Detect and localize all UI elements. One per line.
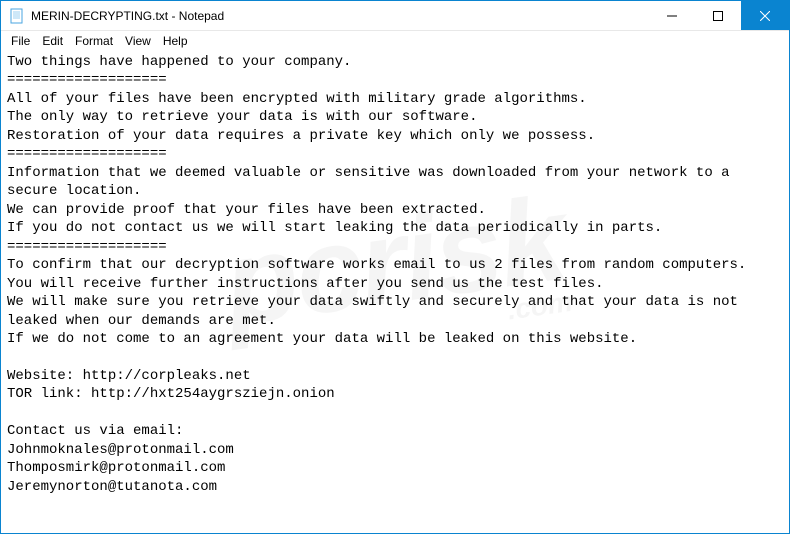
notepad-icon [9,8,25,24]
window-title: MERIN-DECRYPTING.txt - Notepad [31,9,649,23]
menu-format[interactable]: Format [69,33,119,49]
minimize-button[interactable] [649,1,695,30]
notepad-window: MERIN-DECRYPTING.txt - Notepad File Edit… [0,0,790,534]
text-editor-area[interactable]: Two things have happened to your company… [1,51,789,533]
menu-view[interactable]: View [119,33,157,49]
maximize-button[interactable] [695,1,741,30]
menu-file[interactable]: File [5,33,36,49]
window-controls [649,1,789,30]
menubar: File Edit Format View Help [1,31,789,51]
menu-edit[interactable]: Edit [36,33,69,49]
menu-help[interactable]: Help [157,33,194,49]
close-button[interactable] [741,1,789,30]
titlebar[interactable]: MERIN-DECRYPTING.txt - Notepad [1,1,789,31]
